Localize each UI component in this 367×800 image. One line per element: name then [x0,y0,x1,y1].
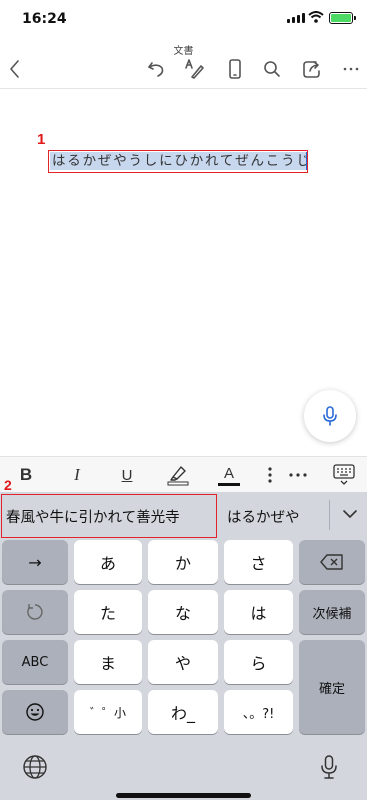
toolbar-divider [0,88,367,89]
key-a[interactable]: あ [74,540,142,584]
key-na[interactable]: な [148,590,218,634]
mobile-view-button[interactable] [222,56,248,82]
microphone-icon [323,406,337,426]
punctuation-key[interactable]: 、。?! [224,690,293,734]
status-bar: 16:24 [0,0,367,34]
key-ta[interactable]: た [74,590,142,634]
step-marker-2: 2 [4,477,12,493]
bold-button[interactable]: B [15,457,37,493]
vertical-ellipsis-icon [268,467,272,483]
format-options-button[interactable] [262,457,278,493]
document-text[interactable]: はるかぜやうしにひかれてぜんこうじ [50,152,306,170]
abc-key[interactable]: ABC [2,640,68,684]
undo-button[interactable] [143,56,169,82]
next-candidate-key[interactable]: 次候補 [299,590,365,634]
underline-button[interactable]: U [116,457,138,493]
search-button[interactable] [259,56,285,82]
key-wa[interactable]: わ_ [148,690,218,734]
font-color-swatch [218,482,240,486]
share-button[interactable] [299,56,325,82]
candidate-1[interactable]: 春風や牛に引かれて善光寺 [6,506,180,527]
battery-icon [329,12,356,24]
emoji-icon [26,703,44,721]
italic-button[interactable]: I [66,457,88,493]
backspace-icon [320,554,343,570]
globe-icon[interactable] [22,754,48,780]
japanese-keyboard: 2 春風や牛に引かれて善光寺 はるかぜや → あ か さ た な は 次候補 A… [0,477,367,800]
candidate-divider [329,500,330,530]
highlighter-icon [167,466,189,486]
undo-arrow-icon [27,604,43,620]
dictation-button[interactable] [304,390,356,442]
confirm-key[interactable]: 確定 [299,640,365,734]
step-marker-1: 1 [37,131,46,148]
search-icon [264,61,280,77]
font-color-button[interactable]: A [217,457,241,493]
format-toolbar: B I U A [0,456,367,492]
key-ya[interactable]: や [148,640,218,684]
dakuten-key[interactable]: ゛゜小 [74,690,142,734]
hide-keyboard-button[interactable] [330,457,358,493]
text-edit-icon [185,59,204,79]
key-sa[interactable]: さ [224,540,293,584]
more-format-button[interactable] [286,457,310,493]
backspace-key[interactable] [299,540,365,584]
key-ha[interactable]: は [224,590,293,634]
edit-style-button[interactable] [182,56,208,82]
emoji-key[interactable] [2,690,68,734]
ellipsis-icon [289,473,307,477]
font-color-label: A [223,464,234,482]
phone-icon [229,59,241,79]
highlight-button[interactable] [164,457,192,493]
keyboard-dismiss-icon [333,464,355,485]
keyboard-microphone-icon[interactable] [320,754,338,780]
chevron-left-icon [10,60,19,78]
wifi-icon [308,11,324,23]
ellipsis-icon [343,67,359,71]
toolbar [0,54,367,84]
highlighted-text-box: はるかぜやうしにひかれてぜんこうじ [48,150,308,173]
candidate-2[interactable]: はるかぜや [227,506,300,527]
back-button[interactable] [2,56,28,82]
home-indicator[interactable] [116,793,251,798]
text-caret [306,152,307,170]
undo-icon [148,62,164,77]
share-icon [303,61,320,78]
candidate-bar: 2 春風や牛に引かれて善光寺 はるかぜや [0,477,367,538]
cellular-signal-icon [287,13,305,23]
key-ra[interactable]: ら [224,640,293,684]
cursor-right-key[interactable]: → [2,540,68,584]
key-ka[interactable]: か [148,540,218,584]
undo-key[interactable] [2,590,68,634]
key-ma[interactable]: ま [74,640,142,684]
status-time: 16:24 [22,11,67,27]
more-button[interactable] [338,56,364,82]
chevron-down-icon[interactable] [338,502,362,526]
